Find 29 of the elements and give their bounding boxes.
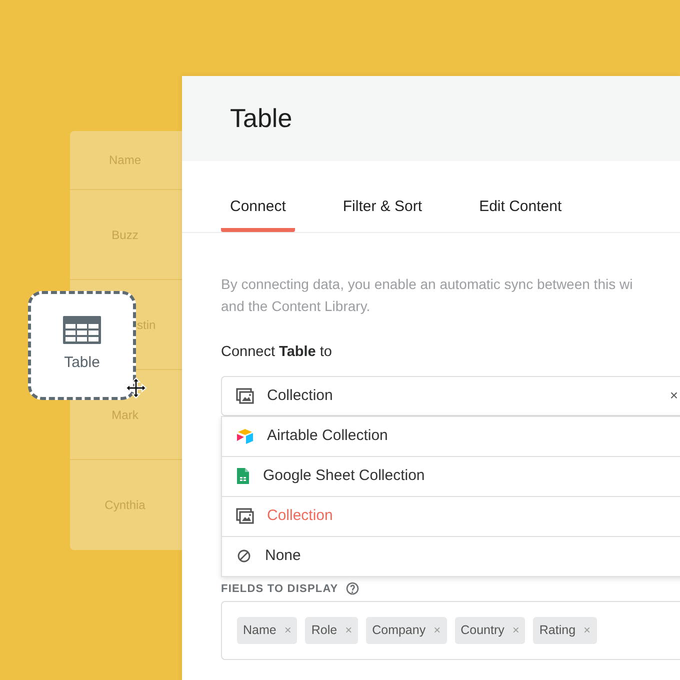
section-label: FIELDS TO DISPLAY: [221, 582, 338, 596]
tab[interactable]: Connect: [221, 196, 295, 232]
tab[interactable]: Filter & Sort: [334, 196, 432, 232]
tag-label: Role: [311, 622, 338, 639]
spreadsheet-icon: [236, 467, 250, 486]
table-icon: [63, 316, 101, 344]
field-label: Connect Table to: [221, 343, 333, 362]
tag-label: Name: [243, 622, 276, 639]
drag-card[interactable]: Table: [28, 291, 136, 400]
tab[interactable]: Edit Content: [470, 196, 571, 232]
clear-button[interactable]: ×: [670, 385, 678, 406]
tag-label: Country: [460, 622, 504, 639]
gallery-icon: [236, 508, 254, 524]
dropdown-item[interactable]: Airtable Collection: [222, 416, 680, 456]
description-text: By connecting data, you enable an automatic sync between this wi: [221, 275, 634, 294]
gallery-icon: [236, 388, 254, 404]
collection-select[interactable]: Collection ×: [221, 376, 680, 416]
panel-title: Table: [230, 102, 292, 135]
description-text: and the Content Library.: [221, 297, 372, 316]
ban-icon: [236, 548, 252, 564]
card-label: Table: [64, 353, 100, 374]
tag-label: Rating: [539, 622, 576, 639]
dropdown-item[interactable]: Google Sheet Collection: [222, 456, 680, 496]
airtable-icon: [236, 428, 254, 444]
tag-label: Company: [372, 622, 426, 639]
dropdown-item[interactable]: None: [222, 536, 680, 576]
select-value: Collection: [267, 386, 333, 406]
help-icon: [346, 582, 360, 596]
move-cursor-icon: [125, 377, 147, 399]
